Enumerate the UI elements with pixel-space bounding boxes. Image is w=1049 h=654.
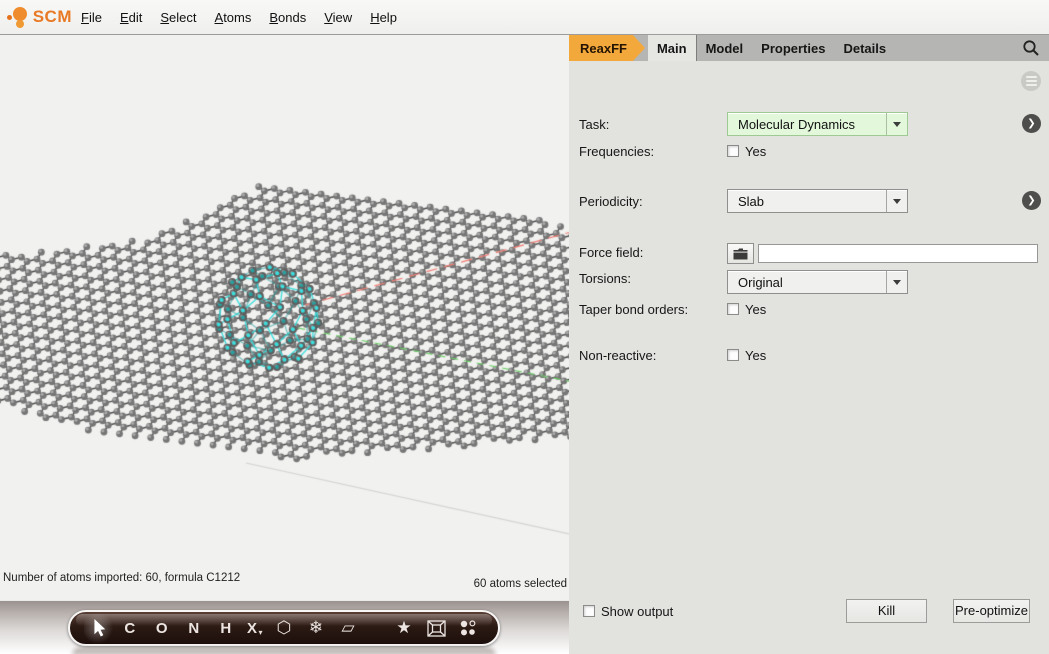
app-window: SCM File Edit Select Atoms Bonds View He… [0,0,1049,654]
tab-main[interactable]: Main [648,35,697,61]
select-cursor-icon[interactable] [84,612,114,644]
menu-bonds[interactable]: Bonds [260,6,315,29]
input-panel: ReaxFF Main Model Properties Details Tas… [569,35,1049,654]
tab-details[interactable]: Details [834,35,895,61]
force-field-browse-button[interactable] [727,243,754,264]
atoms-tool-icon[interactable] [452,612,484,644]
molecule-canvas[interactable] [0,35,569,600]
frequencies-checkbox-label[interactable]: Yes [745,144,766,159]
toolbar-reflection [72,648,496,654]
torsions-value: Original [728,275,886,290]
periodicity-dropdown[interactable]: Slab [727,189,908,213]
panel-body: Task: Molecular Dynamics ❯ Frequencies: … [569,61,1049,654]
menu-atoms[interactable]: Atoms [206,6,261,29]
menubar: SCM File Edit Select Atoms Bonds View He… [0,0,1049,35]
element-x-label: X [247,620,258,637]
menu-view[interactable]: View [315,6,361,29]
torsions-label: Torsions: [579,271,631,286]
torsions-dropdown[interactable]: Original [727,270,908,294]
periodicity-detail-button[interactable]: ❯ [1022,191,1041,210]
molecule-viewer: Number of atoms imported: 60, formula C1… [0,35,569,600]
freeze-tool-icon[interactable]: ❄ [300,612,332,644]
non-reactive-label: Non-reactive: [579,348,656,363]
menu-select[interactable]: Select [151,6,205,29]
frequencies-checkbox[interactable] [727,145,739,157]
taper-bond-orders-checkbox-label[interactable]: Yes [745,302,766,317]
task-label: Task: [579,117,609,132]
panel-menu-button[interactable] [1021,71,1041,91]
status-atoms-imported: Number of atoms imported: 60, formula C1… [3,572,240,584]
periodicity-label: Periodicity: [579,194,643,209]
task-detail-button[interactable]: ❯ [1022,114,1041,133]
status-atoms-selected: 60 atoms selected [474,578,567,590]
bottom-strip: C O N H X ▾ ⬡ ❄ ▱ ★ [0,600,569,654]
element-other-button[interactable]: X ▾ [242,612,268,644]
folder-icon [733,248,748,260]
tab-model[interactable]: Model [697,35,753,61]
taper-bond-orders-label: Taper bond orders: [579,302,688,317]
element-carbon-button[interactable]: C [114,612,146,644]
element-hydrogen-button[interactable]: H [210,612,242,644]
dropdown-arrow-icon [886,271,907,293]
force-field-input[interactable] [758,244,1038,263]
menu-help[interactable]: Help [361,6,406,29]
cell-tool-icon[interactable] [420,612,452,644]
scm-logo-text: SCM [33,7,72,27]
plane-tool-icon[interactable]: ▱ [332,612,364,644]
show-output-label[interactable]: Show output [601,604,673,619]
non-reactive-checkbox[interactable] [727,349,739,361]
ring-tool-icon[interactable]: ⬡ [268,612,300,644]
scm-logo-icon [6,2,33,32]
tabbar: ReaxFF Main Model Properties Details [569,35,1049,61]
search-icon[interactable] [1022,39,1040,57]
menu-file[interactable]: File [72,6,111,29]
show-output-checkbox[interactable] [583,605,595,617]
element-nitrogen-button[interactable]: N [178,612,210,644]
chevron-down-icon: ▾ [259,628,264,637]
non-reactive-checkbox-label[interactable]: Yes [745,348,766,363]
kill-button[interactable]: Kill [846,599,927,623]
dropdown-arrow-icon [886,190,907,212]
tab-properties[interactable]: Properties [752,35,834,61]
element-oxygen-button[interactable]: O [146,612,178,644]
element-toolbar: C O N H X ▾ ⬡ ❄ ▱ ★ [68,610,500,646]
scm-logo[interactable]: SCM [0,0,72,34]
module-badge-reaxff[interactable]: ReaxFF [569,35,645,61]
task-dropdown[interactable]: Molecular Dynamics [727,112,908,136]
dropdown-arrow-icon [886,113,907,135]
menu-edit[interactable]: Edit [111,6,151,29]
force-field-label: Force field: [579,245,643,260]
frequencies-label: Frequencies: [579,144,654,159]
star-tool-icon[interactable]: ★ [388,612,420,644]
task-value: Molecular Dynamics [728,117,886,132]
periodicity-value: Slab [728,194,886,209]
taper-bond-orders-checkbox[interactable] [727,303,739,315]
preoptimize-button[interactable]: Pre-optimize [953,599,1030,623]
